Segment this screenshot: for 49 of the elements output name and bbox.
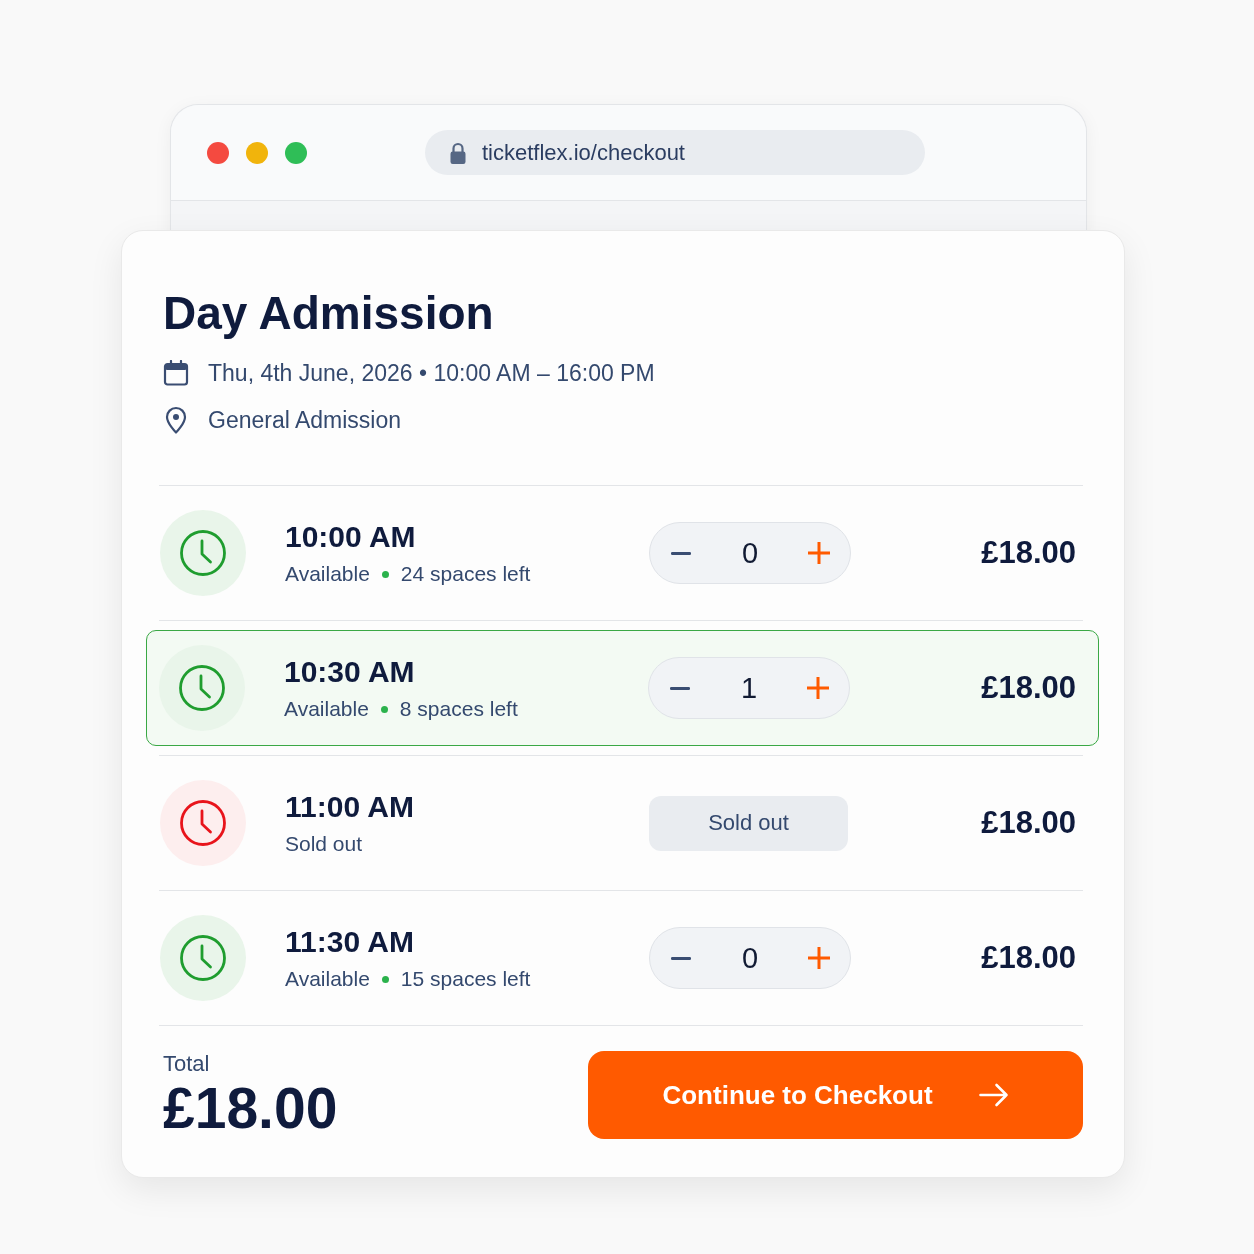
time-slot-row[interactable]: 10:30 AM Available 8 spaces left 1 £18.00: [146, 630, 1099, 746]
lock-icon: [449, 141, 467, 164]
spaces-left-text: 8 spaces left: [399, 696, 518, 722]
separator-dot-icon: [381, 570, 389, 578]
clock-icon: [160, 915, 246, 1001]
address-bar[interactable]: ticketflex.io/checkout: [425, 130, 925, 175]
slot-time: 11:30 AM: [285, 924, 415, 960]
plus-icon: [808, 947, 830, 969]
availability-text: Available: [284, 696, 369, 722]
slot-price: £18.00: [980, 535, 1076, 571]
clock-icon: [159, 645, 245, 731]
slot-time: 10:30 AM: [284, 654, 416, 690]
slot-price: £18.00: [980, 940, 1076, 976]
clock-icon: [160, 780, 246, 866]
clock-icon: [160, 510, 246, 596]
total-label: Total: [163, 1051, 211, 1077]
plus-icon: [808, 542, 830, 564]
separator-dot-icon: [381, 975, 389, 983]
availability-text: Sold out: [285, 831, 363, 857]
minimize-window-button[interactable]: [246, 141, 268, 164]
event-location: General Admission: [208, 406, 402, 434]
location-pin-icon: [163, 406, 189, 434]
arrow-right-icon: [978, 1083, 1009, 1107]
event-title: Day Admission: [163, 286, 495, 341]
plus-icon: [807, 677, 829, 699]
quantity-value: 0: [740, 941, 760, 975]
separator-dot-icon: [380, 705, 388, 713]
slot-time: 10:00 AM: [285, 519, 417, 555]
time-slot-row[interactable]: 10:00 AM Available 24 spaces left 0 £18.00: [159, 495, 1083, 611]
maximize-window-button[interactable]: [285, 141, 307, 164]
total-amount: £18.00: [163, 1077, 338, 1139]
time-slot-row[interactable]: 11:30 AM Available 15 spaces left 0 £18.00: [159, 900, 1083, 1016]
time-slot-row[interactable]: 11:00 AM Sold out Sold out £18.00: [159, 765, 1083, 881]
event-date-time: Thu, 4th June, 2026 • 10:00 AM – 16:00 PM: [208, 359, 655, 387]
availability-text: Available: [285, 966, 370, 992]
sold-out-badge: Sold out: [649, 795, 848, 851]
minus-icon: [671, 551, 691, 555]
slot-price: £18.00: [980, 805, 1076, 841]
quantity-value: 0: [740, 536, 760, 570]
close-window-button[interactable]: [207, 141, 229, 164]
slot-price: £18.00: [980, 670, 1076, 706]
quantity-value: 1: [739, 671, 759, 705]
spaces-left-text: 15 spaces left: [400, 966, 531, 992]
calendar-icon: [163, 360, 189, 386]
minus-icon: [670, 686, 690, 690]
slot-time: 11:00 AM: [285, 789, 415, 825]
spaces-left-text: 24 spaces left: [400, 561, 531, 587]
minus-icon: [671, 956, 691, 960]
availability-text: Available: [285, 561, 370, 587]
